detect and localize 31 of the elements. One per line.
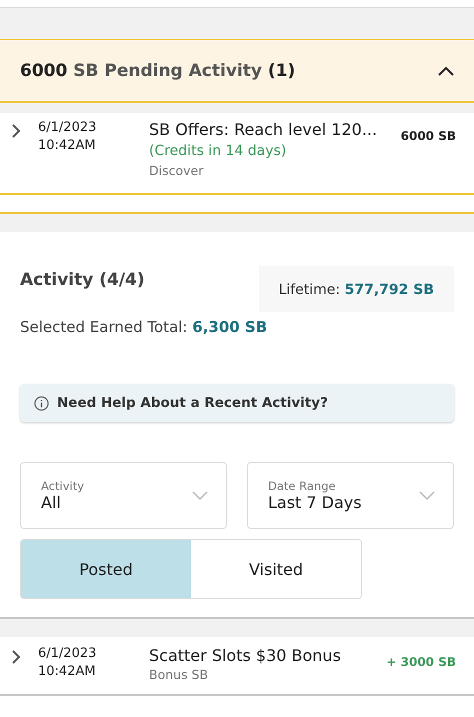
row-title: Scatter Slots $30 Bonus (149, 645, 342, 666)
row-date: 6/1/2023 (38, 119, 98, 137)
chevron-right-icon[interactable] (10, 649, 22, 665)
row-time: 10:42AM (38, 663, 97, 681)
chevron-down-icon (192, 490, 208, 500)
filter-value: All (41, 493, 62, 512)
row-title: SB Offers: Reach level 120... (149, 119, 378, 140)
row-time: 10:42AM (38, 137, 97, 155)
filter-label: Date Range (268, 479, 337, 493)
row-amount: 6000 SB (400, 129, 456, 143)
chevron-down-icon (419, 490, 435, 500)
pending-header[interactable]: 6000 SB Pending Activity (1) (0, 39, 474, 103)
filter-dropdown[interactable]: Date Range Last 7 Days (247, 462, 454, 529)
info-icon (34, 396, 49, 410)
tab[interactable]: Posted (21, 540, 191, 598)
lifetime-total: Lifetime: 577,792 SB (258, 266, 454, 312)
selected-earned-total: Selected Earned Total: 6,300 SB (20, 318, 268, 336)
caret-icon[interactable] (438, 66, 454, 76)
credit-note: (Credits in 14 days) (149, 142, 288, 161)
filter-value: Last 7 Days (268, 493, 362, 512)
help-banner[interactable]: Need Help About a Recent Activity? (20, 384, 454, 422)
filter-dropdown[interactable]: Activity All (20, 462, 227, 529)
filter-label: Activity (41, 479, 84, 493)
pending-title: 6000 SB Pending Activity (1) (20, 60, 296, 80)
chevron-right-icon[interactable] (10, 123, 22, 139)
row-category: Discover (149, 162, 204, 180)
row-date: 6/1/2023 (38, 645, 98, 663)
help-text: Need Help About a Recent Activity? (57, 395, 328, 411)
row-amount: + 3000 SB (386, 655, 456, 669)
activity-title: Activity (4/4) (20, 270, 145, 290)
row-category: Bonus SB (149, 666, 210, 684)
